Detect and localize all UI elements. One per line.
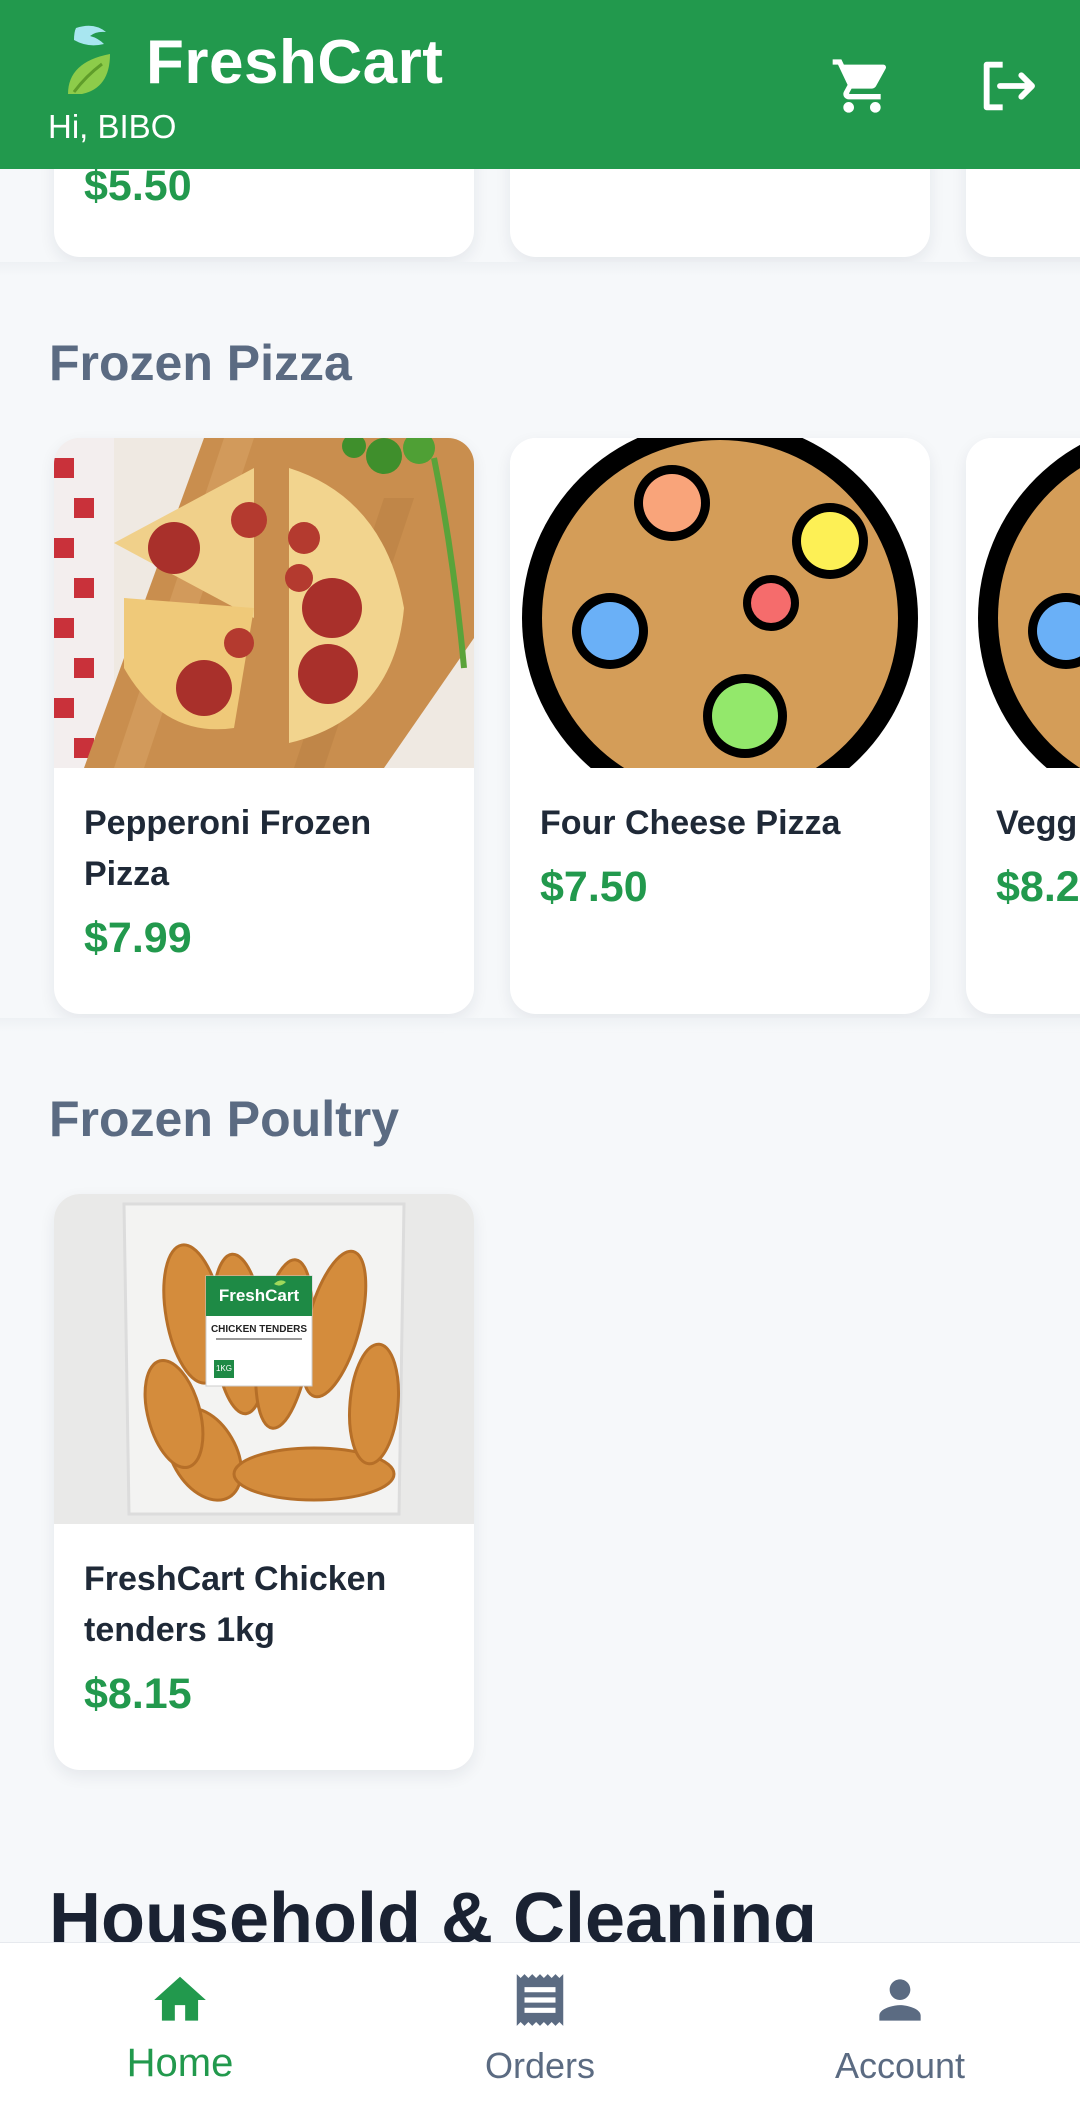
logout-icon <box>983 61 1035 111</box>
product-card[interactable]: Vegg Pizza $8.2 <box>966 438 1080 1014</box>
cart-icon <box>832 59 887 113</box>
app-header: FreshCart Hi, BIBO <box>0 0 1080 169</box>
nav-label: Home <box>126 2041 234 2085</box>
product-price: $8.15 <box>84 1670 192 1718</box>
product-card[interactable]: FreshCart CHICKEN TENDERS 1KG FreshCart … <box>54 1194 474 1770</box>
leaf-logo-icon <box>68 25 110 94</box>
product-price: $8.2 <box>996 863 1080 911</box>
logout-button[interactable] <box>974 52 1042 120</box>
product-price: $7.99 <box>84 914 192 962</box>
nav-item-account[interactable]: Account <box>770 1969 1030 2087</box>
product-image <box>966 438 1080 768</box>
app-screen: $5.50 Frozen Pizza Pepperoni Frozen Pizz… <box>0 0 1080 2117</box>
chicken-tenders-bag-photo <box>54 1194 474 1524</box>
product-image: FreshCart CHICKEN TENDERS 1KG <box>54 1194 474 1524</box>
bottom-nav: Home Orders Account <box>0 1942 1080 2117</box>
content-scroll[interactable]: $5.50 Frozen Pizza Pepperoni Frozen Pizz… <box>0 0 1080 2117</box>
product-price: $5.50 <box>84 162 192 210</box>
nav-label: Account <box>834 2045 966 2086</box>
product-card[interactable]: Pepperoni Frozen Pizza $7.99 <box>54 438 474 1014</box>
nav-label: Orders <box>484 2045 596 2086</box>
package-brand: FreshCart <box>218 1286 300 1305</box>
product-name: FreshCart Chicken tenders 1kg <box>84 1560 387 1649</box>
receipt-icon <box>516 1974 564 2026</box>
cart-button[interactable] <box>828 52 896 120</box>
pizza-illustration <box>510 438 930 768</box>
package-label: CHICKEN TENDERS <box>210 1324 308 1335</box>
product-name: Vegg Pizza <box>996 804 1080 842</box>
greeting: Hi, BIBO <box>48 108 177 145</box>
section-title: Frozen Poultry <box>49 1091 400 1147</box>
brand: FreshCart <box>62 22 443 102</box>
pepperoni-pizza-photo <box>54 438 474 768</box>
product-price: $7.50 <box>540 863 648 911</box>
product-info: FreshCart Chicken tenders 1kg $8.15 <box>54 1524 474 1749</box>
nav-item-orders[interactable]: Orders <box>410 1969 670 2087</box>
product-name: Pepperoni Frozen Pizza <box>84 804 372 893</box>
product-info: Four Cheese Pizza $7.50 <box>510 768 930 942</box>
pizza-illustration <box>966 438 1080 768</box>
product-card[interactable]: Four Cheese Pizza $7.50 <box>510 438 930 1014</box>
product-image <box>510 438 930 768</box>
row-divider <box>0 1018 1080 1032</box>
app-title: FreshCart <box>146 27 444 97</box>
product-image <box>54 438 474 768</box>
row-divider <box>0 262 1080 276</box>
section-title: Frozen Pizza <box>49 335 352 391</box>
nav-item-home[interactable]: Home <box>50 1969 310 2086</box>
product-name: Four Cheese Pizza <box>540 804 841 842</box>
home-icon <box>154 1976 206 2021</box>
package-weight: 1KG <box>215 1364 232 1373</box>
product-info: Vegg Pizza $8.2 <box>966 768 1080 942</box>
product-info: Pepperoni Frozen Pizza $7.99 <box>54 768 474 993</box>
person-icon <box>879 1979 921 2021</box>
